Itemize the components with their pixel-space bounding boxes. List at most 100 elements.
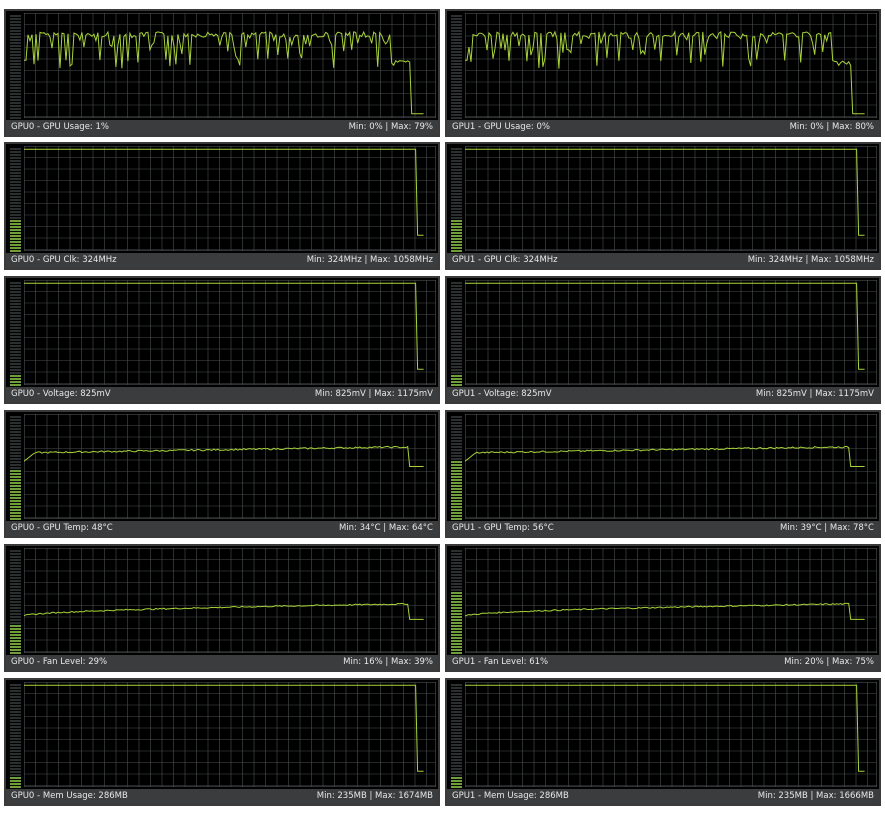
panel-footer: GPU0 - GPU Temp: 48°C Min: 34°C | Max: 6… [6, 521, 438, 536]
meter-segment [10, 455, 21, 457]
meter-segment [10, 574, 21, 576]
meter-segment [451, 461, 462, 463]
meter-segment [10, 780, 21, 782]
meter-segment [10, 63, 21, 65]
meter-segment [10, 27, 21, 29]
meter-segment [451, 154, 462, 156]
panel-gpu1-temp: GPU1 - GPU Temp: 56°C Min: 39°C | Max: 7… [445, 410, 881, 538]
graph-background [465, 548, 877, 653]
meter-segment [451, 726, 462, 728]
meter-segment [10, 199, 21, 201]
meter-segment [10, 363, 21, 365]
meter-segment [10, 318, 21, 320]
meter-segment [10, 458, 21, 460]
meter-segment [10, 580, 21, 582]
meter-segment [451, 684, 462, 686]
meter-segment [451, 238, 462, 240]
meter-segment [451, 232, 462, 234]
meter-segment [451, 99, 462, 101]
meter-segment [10, 360, 21, 362]
meter-segment [10, 148, 21, 150]
meter-segment [451, 515, 462, 517]
graph-plot [465, 13, 877, 118]
meter-segment [10, 482, 21, 484]
meter-segment [451, 565, 462, 567]
meter-segment [451, 556, 462, 558]
meter-segment [10, 214, 21, 216]
meter-segment [451, 160, 462, 162]
meter-segment [10, 291, 21, 293]
meter-segment [451, 625, 462, 627]
meter-segment [10, 69, 21, 71]
meter-segment [451, 172, 462, 174]
graph-plot [465, 146, 877, 251]
meter-segment [10, 87, 21, 89]
meter-segment [451, 108, 462, 110]
meter-segment [451, 652, 462, 654]
panel-gpu0-mem: GPU0 - Mem Usage: 286MB Min: 235MB | Max… [4, 678, 440, 806]
meter-segment [10, 604, 21, 606]
meter-segment [451, 610, 462, 612]
meter-segment [451, 756, 462, 758]
meter-segment [10, 229, 21, 231]
meter-segment [451, 491, 462, 493]
meter-segment [10, 327, 21, 329]
meter-segment [10, 111, 21, 113]
meter-segment [10, 631, 21, 633]
meter-segment [10, 51, 21, 53]
meter-segment [451, 193, 462, 195]
meter-segment [451, 54, 462, 56]
meter-segment [451, 717, 462, 719]
meter-segment [10, 705, 21, 707]
meter-segment [10, 783, 21, 785]
panel-range: Min: 20% | Max: 75% [784, 657, 874, 667]
meter-segment [10, 652, 21, 654]
meter-segment [451, 202, 462, 204]
meter-segment [10, 117, 21, 119]
level-meter [451, 550, 462, 654]
meter-segment [451, 354, 462, 356]
meter-segment [10, 297, 21, 299]
meter-segment [451, 473, 462, 475]
graph-plot [24, 146, 436, 251]
meter-segment [451, 45, 462, 47]
meter-segment [10, 42, 21, 44]
meter-segment [451, 48, 462, 50]
meter-segment [10, 747, 21, 749]
meter-segment [10, 102, 21, 104]
panel-footer: GPU1 - GPU Usage: 0% Min: 0% | Max: 80% [447, 120, 879, 135]
meter-segment [451, 619, 462, 621]
meter-segment [10, 762, 21, 764]
meter-segment [10, 711, 21, 713]
meter-segment [10, 247, 21, 249]
panel-label: GPU1 - GPU Usage: 0% [452, 122, 550, 132]
meter-segment [451, 84, 462, 86]
meter-segment [451, 699, 462, 701]
meter-segment [451, 114, 462, 116]
meter-segment [451, 702, 462, 704]
meter-segment [451, 178, 462, 180]
meter-segment [451, 643, 462, 645]
panel-label: GPU0 - Voltage: 825mV [11, 389, 111, 399]
meter-segment [10, 21, 21, 23]
panel-range: Min: 324MHz | Max: 1058MHz [747, 255, 874, 265]
meter-segment [10, 321, 21, 323]
panel-label: GPU1 - GPU Clk: 324MHz [452, 255, 558, 265]
meter-segment [10, 562, 21, 564]
meter-segment [10, 232, 21, 234]
meter-segment [10, 494, 21, 496]
meter-segment [451, 485, 462, 487]
meter-segment [451, 562, 462, 564]
meter-segment [451, 217, 462, 219]
meter-segment [10, 607, 21, 609]
meter-segment [451, 455, 462, 457]
meter-segment [451, 762, 462, 764]
meter-segment [451, 199, 462, 201]
meter-segment [10, 759, 21, 761]
meter-segment [451, 318, 462, 320]
meter-segment [10, 750, 21, 752]
meter-segment [451, 577, 462, 579]
panel-range: Min: 34°C | Max: 64°C [338, 523, 433, 533]
meter-segment [10, 598, 21, 600]
meter-segment [10, 151, 21, 153]
